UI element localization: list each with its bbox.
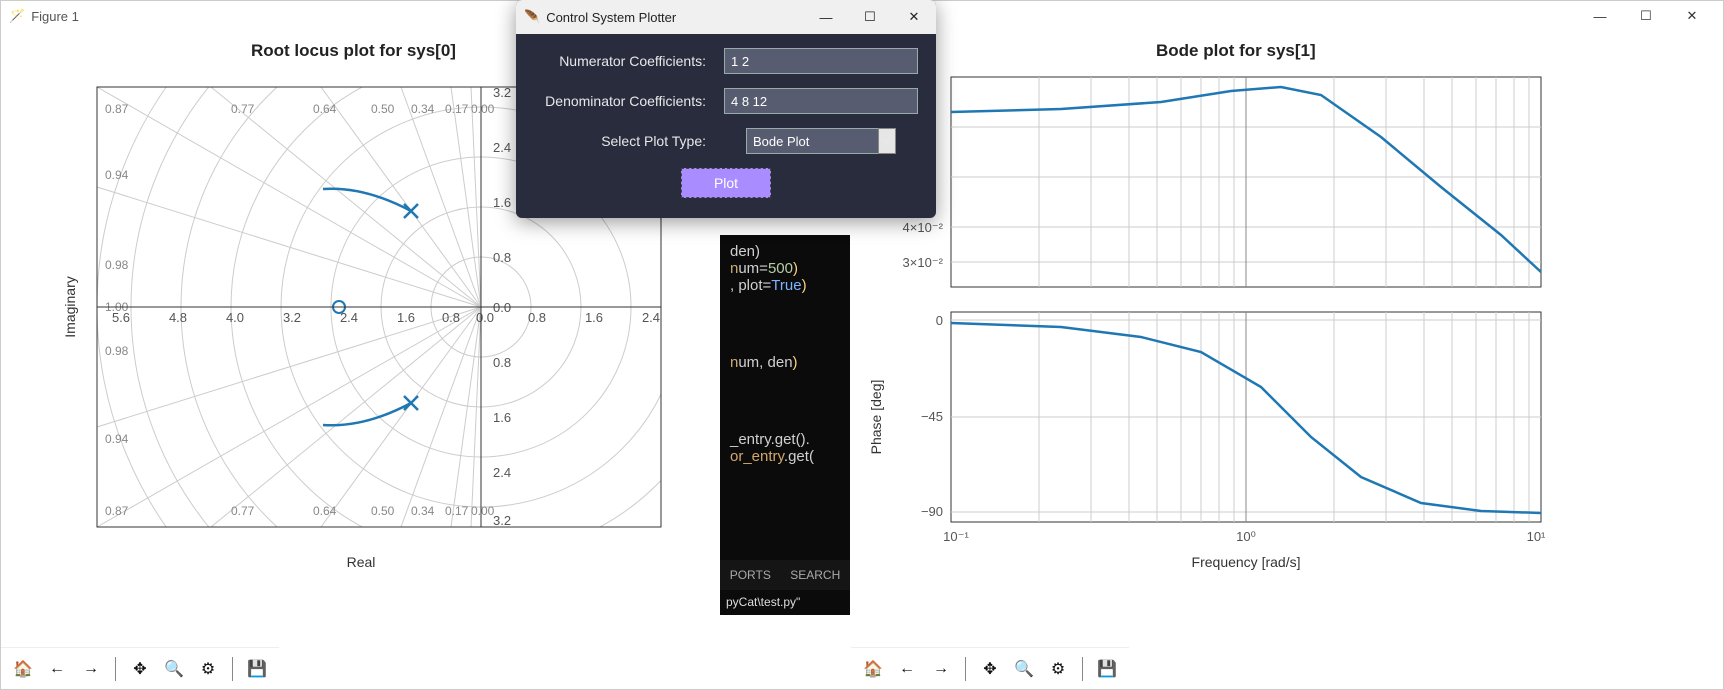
svg-text:0.34: 0.34 [411, 504, 435, 518]
bode-chart: 4×10⁻² 3×10⁻² 0 −45 −90 [861, 67, 1561, 587]
home-icon[interactable]: 🏠 [857, 653, 889, 685]
svg-text:10¹: 10¹ [1527, 529, 1546, 544]
num-label: Numerator Coefficients: [534, 53, 724, 69]
svg-text:3×10⁻²: 3×10⁻² [903, 255, 944, 270]
svg-text:1.6: 1.6 [493, 410, 511, 425]
numerator-input[interactable] [724, 48, 918, 74]
svg-text:5.6: 5.6 [112, 310, 130, 325]
y-axis-label: Imaginary [62, 276, 78, 337]
dialog-title: Control System Plotter [546, 10, 676, 25]
terminal-fragment: pyCat\test.py" [720, 590, 850, 615]
matplotlib-toolbar-right: 🏠 ← → ✥ 🔍 ⚙ 💾 [851, 647, 1129, 689]
type-label: Select Plot Type: [534, 133, 724, 149]
svg-text:0.50: 0.50 [371, 504, 395, 518]
svg-text:1.6: 1.6 [585, 310, 603, 325]
svg-text:2.4: 2.4 [642, 310, 660, 325]
svg-text:0.94: 0.94 [105, 168, 129, 182]
svg-text:0.34: 0.34 [411, 102, 435, 116]
feather-icon: 🪶 [524, 9, 540, 25]
plot-type-select[interactable] [746, 128, 896, 154]
svg-text:10⁻¹: 10⁻¹ [943, 529, 969, 544]
control-system-plotter-dialog: 🪶 Control System Plotter — ☐ ✕ Numerator… [516, 0, 936, 218]
svg-text:0.8: 0.8 [442, 310, 460, 325]
x-axis-label: Real [347, 554, 376, 570]
configure-icon[interactable]: ⚙ [192, 653, 224, 685]
zoom-icon[interactable]: 🔍 [1008, 653, 1040, 685]
close-button[interactable]: ✕ [892, 0, 936, 34]
phase-axis-label: Phase [deg] [868, 380, 884, 455]
plot-button[interactable]: Plot [681, 168, 771, 198]
maximize-button[interactable]: ☐ [1623, 1, 1669, 31]
pan-icon[interactable]: ✥ [124, 653, 156, 685]
close-button[interactable]: ✕ [1669, 1, 1715, 31]
svg-text:0.17: 0.17 [445, 504, 469, 518]
svg-text:2.4: 2.4 [493, 140, 511, 155]
forward-icon[interactable]: → [75, 653, 107, 685]
zoom-icon[interactable]: 🔍 [158, 653, 190, 685]
tab-search[interactable]: SEARCH [790, 568, 840, 582]
svg-text:3.2: 3.2 [493, 513, 511, 528]
svg-text:0.77: 0.77 [231, 102, 255, 116]
chevron-down-icon[interactable]: ▾ [878, 128, 896, 154]
configure-icon[interactable]: ⚙ [1042, 653, 1074, 685]
minimize-button[interactable]: — [1577, 1, 1623, 31]
back-icon[interactable]: ← [891, 653, 923, 685]
app-icon: 🪄 [9, 8, 25, 24]
svg-text:4.0: 4.0 [226, 310, 244, 325]
editor-tab-bar: PORTS SEARCH [720, 560, 850, 590]
svg-text:10⁰: 10⁰ [1236, 529, 1256, 544]
svg-text:0.8: 0.8 [493, 250, 511, 265]
figure-title: Figure 1 [31, 9, 79, 24]
svg-text:0.17: 0.17 [445, 102, 469, 116]
dialog-titlebar[interactable]: 🪶 Control System Plotter — ☐ ✕ [516, 0, 936, 34]
svg-text:2.4: 2.4 [493, 465, 511, 480]
svg-text:0.87: 0.87 [105, 504, 129, 518]
svg-text:0.64: 0.64 [313, 102, 337, 116]
pan-icon[interactable]: ✥ [974, 653, 1006, 685]
svg-text:0.87: 0.87 [105, 102, 129, 116]
minimize-button[interactable]: — [804, 0, 848, 34]
svg-text:0.8: 0.8 [493, 355, 511, 370]
svg-text:0: 0 [936, 313, 943, 328]
x-axis-label-right: Frequency [rad/s] [1192, 554, 1301, 570]
back-icon[interactable]: ← [41, 653, 73, 685]
svg-text:3.2: 3.2 [283, 310, 301, 325]
svg-text:0.94: 0.94 [105, 432, 129, 446]
svg-text:1.6: 1.6 [397, 310, 415, 325]
svg-text:4.8: 4.8 [169, 310, 187, 325]
svg-text:3.2: 3.2 [493, 85, 511, 100]
den-label: Denominator Coefficients: [534, 93, 724, 109]
svg-text:0.50: 0.50 [371, 102, 395, 116]
svg-text:0.77: 0.77 [231, 504, 255, 518]
maximize-button[interactable]: ☐ [848, 0, 892, 34]
svg-text:0.00: 0.00 [471, 504, 495, 518]
svg-text:0.98: 0.98 [105, 258, 129, 272]
home-icon[interactable]: 🏠 [7, 653, 39, 685]
denominator-input[interactable] [724, 88, 918, 114]
svg-text:0.98: 0.98 [105, 344, 129, 358]
right-plot-title: Bode plot for sys[1] [1156, 41, 1316, 61]
forward-icon[interactable]: → [925, 653, 957, 685]
code-editor-fragment: den) num=500) , plot=True) num, den) _en… [720, 235, 850, 595]
left-plot-title: Root locus plot for sys[0] [251, 41, 456, 61]
svg-text:−90: −90 [921, 504, 943, 519]
svg-text:4×10⁻²: 4×10⁻² [903, 220, 944, 235]
tab-ports[interactable]: PORTS [730, 568, 771, 582]
matplotlib-toolbar-left: 🏠 ← → ✥ 🔍 ⚙ 💾 [1, 647, 279, 689]
svg-text:0.8: 0.8 [528, 310, 546, 325]
svg-text:0.64: 0.64 [313, 504, 337, 518]
svg-text:−45: −45 [921, 409, 943, 424]
svg-text:1.6: 1.6 [493, 195, 511, 210]
svg-text:0.0: 0.0 [476, 310, 494, 325]
save-icon[interactable]: 💾 [241, 653, 273, 685]
svg-text:0.00: 0.00 [471, 102, 495, 116]
save-icon[interactable]: 💾 [1091, 653, 1123, 685]
